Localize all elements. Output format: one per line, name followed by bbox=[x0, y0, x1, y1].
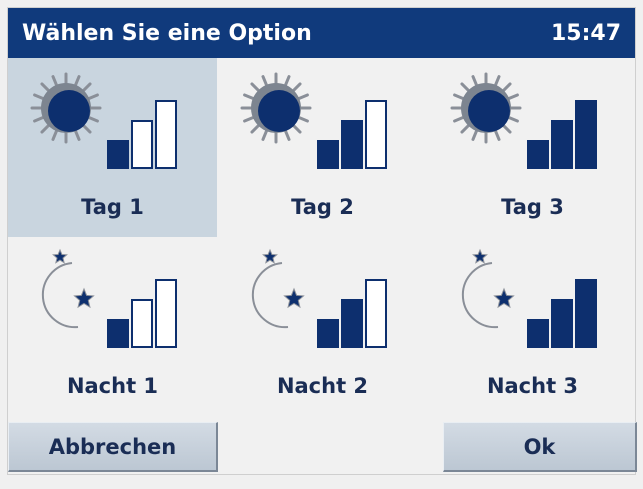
dialog-title: Wählen Sie eine Option bbox=[22, 20, 312, 46]
level-bar bbox=[527, 140, 549, 169]
level-bar bbox=[317, 319, 339, 348]
cancel-button[interactable]: Abbrechen bbox=[8, 422, 218, 472]
level-bar bbox=[575, 100, 597, 169]
clock: 15:47 bbox=[550, 20, 621, 46]
ok-button[interactable]: Ok bbox=[443, 422, 637, 472]
option-nacht-2[interactable]: Nacht 2 bbox=[218, 237, 427, 416]
level-bar bbox=[155, 100, 177, 169]
level-bar bbox=[317, 140, 339, 169]
button-bar: Abbrechen Ok bbox=[8, 416, 637, 474]
moon-glyph bbox=[461, 248, 515, 329]
option-tag-2[interactable]: Tag 2 bbox=[218, 58, 427, 237]
option-label: Tag 2 bbox=[291, 195, 354, 219]
moon-glyph bbox=[251, 248, 305, 329]
option-label: Tag 3 bbox=[501, 195, 564, 219]
option-nacht-1[interactable]: Nacht 1 bbox=[8, 237, 217, 416]
level-bar bbox=[551, 299, 573, 348]
option-label: Tag 1 bbox=[81, 195, 144, 219]
moon-stars-icon bbox=[41, 248, 177, 348]
level-bar bbox=[107, 140, 129, 169]
option-tag-3[interactable]: Tag 3 bbox=[428, 58, 637, 237]
level-bar bbox=[155, 279, 177, 348]
option-label: Nacht 1 bbox=[66, 374, 159, 398]
level-bar bbox=[131, 299, 153, 348]
moon-stars-icon bbox=[461, 248, 597, 348]
level-bar bbox=[341, 120, 363, 169]
dialog-window: Wählen Sie eine Option 15:47 Tag 1 Tag 2… bbox=[7, 7, 637, 475]
level-bar bbox=[551, 120, 573, 169]
option-label: Nacht 3 bbox=[486, 374, 579, 398]
option-label: Nacht 2 bbox=[276, 374, 369, 398]
option-grid: Tag 1 Tag 2 Tag 3 Nacht 1 Nacht 2 Nacht … bbox=[8, 58, 635, 416]
level-bar bbox=[575, 279, 597, 348]
level-bar bbox=[341, 299, 363, 348]
level-bar bbox=[365, 100, 387, 169]
level-bar bbox=[131, 120, 153, 169]
sun-icon bbox=[450, 72, 597, 169]
sun-glyph bbox=[450, 72, 522, 144]
option-nacht-3[interactable]: Nacht 3 bbox=[428, 237, 637, 416]
level-bar bbox=[527, 319, 549, 348]
title-bar: Wählen Sie eine Option 15:47 bbox=[8, 8, 635, 58]
option-tag-1[interactable]: Tag 1 bbox=[8, 58, 217, 237]
sun-icon bbox=[30, 72, 177, 169]
level-bar bbox=[107, 319, 129, 348]
moon-glyph bbox=[41, 248, 95, 329]
sun-glyph bbox=[30, 72, 102, 144]
level-bar bbox=[365, 279, 387, 348]
sun-icon bbox=[240, 72, 387, 169]
sun-glyph bbox=[240, 72, 312, 144]
moon-stars-icon bbox=[251, 248, 387, 348]
